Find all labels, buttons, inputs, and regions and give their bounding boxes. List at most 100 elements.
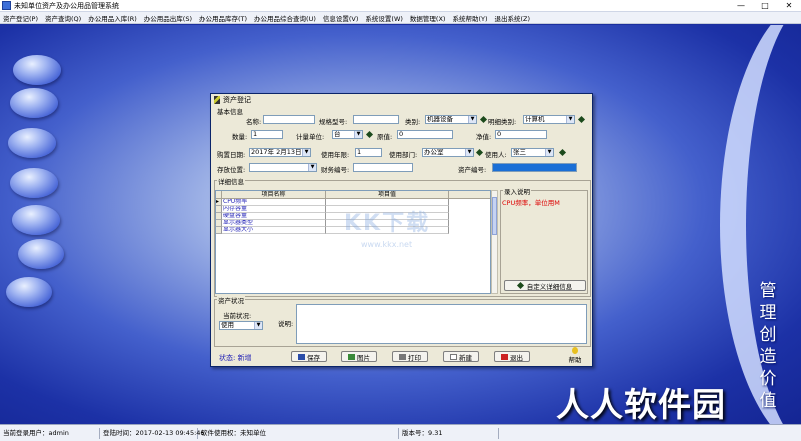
- dialog-titlebar: 资产登记: [211, 94, 592, 105]
- window-title: 未知单位资产及办公用品管理系统: [14, 1, 119, 10]
- chevron-down-icon: ▼: [308, 164, 316, 171]
- name-input[interactable]: [263, 115, 315, 124]
- years-input[interactable]: 1: [355, 148, 382, 157]
- print-button[interactable]: 打印: [392, 351, 428, 362]
- exit-button[interactable]: 退出: [494, 351, 530, 362]
- basic-info-label: 基本信息: [217, 108, 243, 116]
- quantity-label: 数量:: [232, 133, 248, 141]
- new-button[interactable]: 新建: [443, 351, 479, 362]
- subcategory-label: 明细类别:: [488, 118, 517, 126]
- status-bar: 当前登录用户：admin 登陆时间：2017-02-13 09:45:46 软件…: [0, 424, 801, 441]
- remark-textarea[interactable]: [296, 304, 587, 344]
- quantity-input[interactable]: 1: [251, 130, 283, 139]
- scroll-thumb[interactable]: [492, 197, 497, 235]
- picture-icon: [348, 353, 355, 360]
- decorative-orb: [18, 239, 64, 269]
- asset-status-label: 资产状况: [217, 295, 245, 305]
- lightbulb-icon: [572, 346, 578, 354]
- state-indicator: 状态: 新增: [219, 354, 252, 362]
- required-marker-icon: [365, 130, 374, 139]
- image-button[interactable]: 图片: [341, 351, 377, 362]
- net-value-label: 净值:: [476, 133, 492, 141]
- model-label: 规格型号:: [319, 118, 348, 126]
- menu-supplies-query[interactable]: 办公用品综合查询(U): [254, 13, 316, 23]
- net-value-input[interactable]: 0: [495, 130, 547, 139]
- asset-register-dialog: 资产登记 基本信息 名称: 规格型号: 类别: 机器设备 ▼ 明细类别: 计算机 ▼…: [210, 93, 593, 367]
- watermark-url: www.kkx.net: [361, 240, 413, 249]
- detail-info-label: 详细信息: [217, 176, 245, 186]
- chevron-down-icon: ▼: [465, 149, 473, 156]
- custom-detail-button[interactable]: 自定义详细信息: [504, 280, 586, 291]
- floppy-icon: [298, 353, 305, 360]
- grid-header: 项目名称 项目值: [216, 191, 490, 199]
- asset-number-label: 资产编号:: [458, 166, 487, 174]
- finance-number-input[interactable]: [353, 163, 413, 172]
- chevron-down-icon: ▼: [545, 149, 553, 156]
- decorative-orb: [10, 168, 58, 198]
- menu-data-management[interactable]: 数据管理(X): [410, 13, 446, 23]
- status-login-user: 当前登录用户：admin: [0, 427, 100, 439]
- maximize-button[interactable]: □: [753, 0, 777, 11]
- user-label: 使用人:: [485, 151, 507, 159]
- chevron-down-icon: ▼: [468, 116, 476, 123]
- category-label: 类别:: [405, 118, 421, 126]
- chevron-down-icon: ▼: [302, 149, 310, 156]
- current-status-select[interactable]: 使用 ▼: [219, 321, 263, 330]
- years-label: 使用年限:: [321, 151, 350, 159]
- menu-info-settings[interactable]: 信息设置(V): [323, 13, 359, 23]
- menu-bar: 资产登记(P) 资产查询(Q) 办公用品入库(R) 办公用品出库(S) 办公用品…: [0, 12, 801, 24]
- unit-select[interactable]: 台 ▼: [332, 130, 363, 139]
- name-label: 名称:: [246, 118, 262, 126]
- menu-asset-query[interactable]: 资产查询(Q): [45, 13, 81, 23]
- menu-supplies-out[interactable]: 办公用品出库(S): [144, 13, 192, 23]
- save-button[interactable]: 保存: [291, 351, 327, 362]
- grid-header-value: 项目值: [326, 191, 449, 198]
- menu-supplies-stock[interactable]: 办公用品库存(T): [199, 13, 247, 23]
- decorative-orb: [6, 277, 52, 307]
- required-marker-icon: [558, 148, 567, 157]
- department-select[interactable]: 办公室 ▼: [422, 148, 474, 157]
- remark-label: 说明:: [278, 320, 294, 328]
- document-icon: [450, 353, 457, 360]
- status-version: 版本号：9.31: [399, 427, 499, 439]
- menu-system-settings[interactable]: 系统设置(W): [365, 13, 403, 23]
- decorative-orb: [10, 88, 58, 118]
- purchase-date-label: 购置日期:: [217, 151, 246, 159]
- subcategory-select[interactable]: 计算机 ▼: [523, 115, 575, 124]
- input-hint-text: CPU频率，单位用M: [502, 199, 560, 207]
- watermark-text: 人人软件园: [556, 385, 726, 424]
- grid-header-name: 项目名称: [222, 191, 326, 198]
- menu-asset-register[interactable]: 资产登记(P): [3, 13, 38, 23]
- status-login-time: 登陆时间：2017-02-13 09:45:46: [100, 427, 205, 439]
- unit-label: 计量单位:: [296, 133, 325, 141]
- model-input[interactable]: [353, 115, 399, 124]
- title-bar: 未知单位资产及办公用品管理系统 — □ ✕: [0, 0, 801, 12]
- grid-scrollbar[interactable]: [491, 190, 498, 294]
- finance-number-label: 财务编号:: [321, 166, 350, 174]
- chevron-down-icon: ▼: [354, 131, 362, 138]
- required-marker-icon: [475, 148, 484, 157]
- original-value-label: 原值:: [377, 133, 393, 141]
- watermark-logo: KK下载: [344, 211, 431, 236]
- required-marker-icon: [479, 115, 488, 124]
- printer-icon: [399, 353, 406, 360]
- diamond-icon: [516, 281, 524, 290]
- pen-icon: [214, 95, 220, 104]
- menu-exit[interactable]: 退出系统(Z): [495, 13, 531, 23]
- window-controls: — □ ✕: [729, 0, 801, 11]
- location-select[interactable]: ▼: [249, 163, 317, 172]
- exit-icon: [501, 353, 508, 360]
- menu-supplies-in[interactable]: 办公用品入库(R): [88, 13, 137, 23]
- close-button[interactable]: ✕: [777, 0, 801, 11]
- help-button[interactable]: 帮助: [561, 346, 589, 364]
- category-select[interactable]: 机器设备 ▼: [425, 115, 477, 124]
- slogan-text: 管 理 创 造 价 值: [759, 281, 777, 411]
- purchase-date-picker[interactable]: 2017年 2月13日 ▼: [249, 148, 311, 157]
- original-value-input[interactable]: 0: [397, 130, 453, 139]
- menu-help[interactable]: 系统帮助(Y): [452, 13, 487, 23]
- department-label: 使用部门:: [389, 151, 418, 159]
- minimize-button[interactable]: —: [729, 0, 753, 11]
- decorative-orb: [8, 128, 56, 158]
- decorative-orb: [13, 55, 61, 85]
- user-select[interactable]: 张三 ▼: [511, 148, 554, 157]
